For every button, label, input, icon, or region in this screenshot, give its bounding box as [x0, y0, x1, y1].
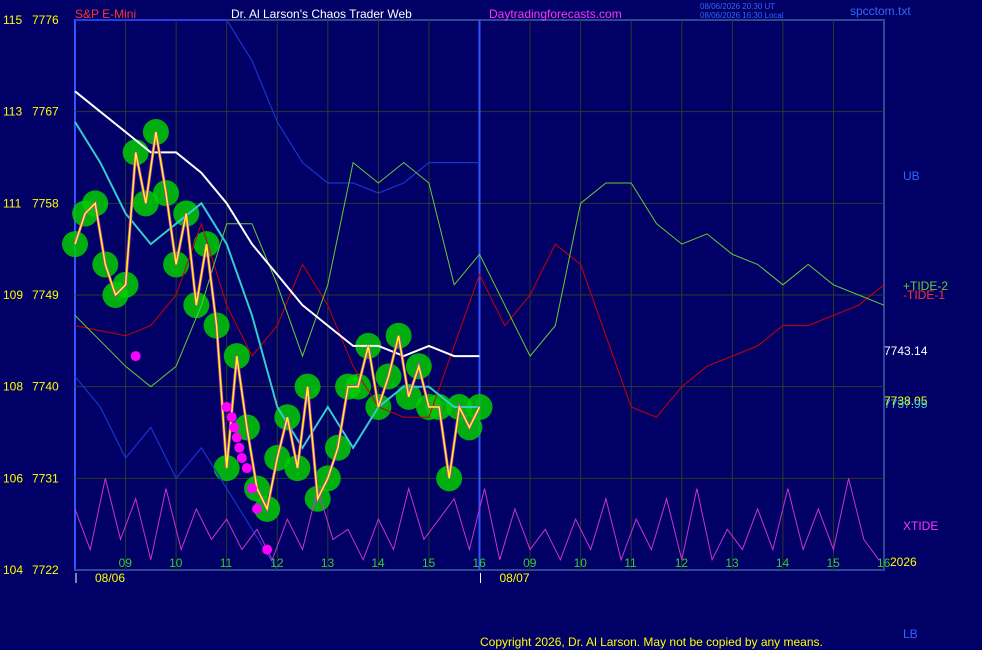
- y-tick-label-left: 108: [3, 380, 23, 394]
- y-tick-label-left: 115: [3, 13, 22, 27]
- x-tick-label: 15: [826, 556, 840, 570]
- x-tick-label: 12: [270, 556, 284, 570]
- x-tick-label: 10: [574, 556, 588, 570]
- timestamp-ut: 08/06/2026 20:30 UT: [700, 2, 775, 11]
- y-tick-label-left: 106: [3, 471, 23, 485]
- signal-dot: [226, 412, 237, 423]
- y-tick-label-left: 104: [3, 563, 23, 577]
- x-tick-label: 12: [675, 556, 689, 570]
- timestamp-local: 08/06/2026 16:30 Local: [700, 11, 784, 20]
- x-tick-label: 13: [725, 556, 739, 570]
- x-tick-label: 09: [119, 556, 133, 570]
- signal-dot: [236, 452, 247, 463]
- signal-dot: [246, 483, 257, 494]
- xtide-label: XTIDE: [903, 519, 938, 533]
- x-tick-label: 13: [321, 556, 335, 570]
- symbol-label: S&P E-Mini: [75, 7, 136, 21]
- y-tick-label-left: 111: [3, 196, 22, 210]
- tide1-label: -TIDE-1: [903, 288, 945, 302]
- y-tick-label-right: 7749: [32, 288, 59, 302]
- y-tick-label-right: 7731: [32, 471, 59, 485]
- lb-label: LB: [903, 627, 918, 641]
- chart-background: [0, 0, 982, 650]
- x-tick-label: 14: [371, 556, 385, 570]
- y-tick-label-left: 109: [3, 288, 23, 302]
- x-tick-label: 14: [776, 556, 790, 570]
- signal-dot: [221, 402, 232, 413]
- signal-dot: [262, 544, 273, 555]
- x-tick-label: 11: [624, 556, 637, 570]
- signal-dot: [231, 432, 242, 443]
- signal-dot: [252, 503, 263, 514]
- y-tick-label-right: 7722: [32, 563, 59, 577]
- x-tick-label: 10: [169, 556, 183, 570]
- x-tick-label: 16: [877, 556, 891, 570]
- signal-dot: [130, 351, 141, 362]
- site-link[interactable]: Daytradingforecasts.com: [489, 7, 622, 21]
- chart-title: Dr. Al Larson's Chaos Trader Web: [231, 7, 412, 21]
- value-label-top: 7743.14: [884, 344, 928, 358]
- signal-dot: [241, 463, 252, 474]
- chart-canvas: 115 7776 113 7767 111 7758 109 7749 108 7740 106 77…: [0, 0, 982, 650]
- file-label: spcctom.txt: [850, 4, 911, 18]
- x-tick-label: 15: [422, 556, 436, 570]
- y-tick-label-right: 7758: [32, 196, 59, 210]
- signal-dot: [234, 442, 245, 453]
- year-label: 2026: [890, 555, 917, 569]
- x-tick-label: 16: [473, 556, 487, 570]
- y-tick-label-right: 7767: [32, 105, 59, 119]
- signal-dot: [229, 422, 240, 433]
- y-tick-label-right: 7740: [32, 380, 59, 394]
- x-tick-label: 09: [523, 556, 537, 570]
- date-label: 08/07: [500, 571, 530, 585]
- date-label: 08/06: [95, 571, 125, 585]
- x-tick-label: 11: [220, 556, 233, 570]
- ub-label: UB: [903, 169, 920, 183]
- y-tick-label-left: 113: [3, 105, 22, 119]
- y-tick-label-right: 7776: [32, 13, 59, 27]
- value-label-mid2: 7737.95: [884, 397, 928, 411]
- copyright: Copyright 2026, Dr. Al Larson. May not b…: [480, 635, 823, 649]
